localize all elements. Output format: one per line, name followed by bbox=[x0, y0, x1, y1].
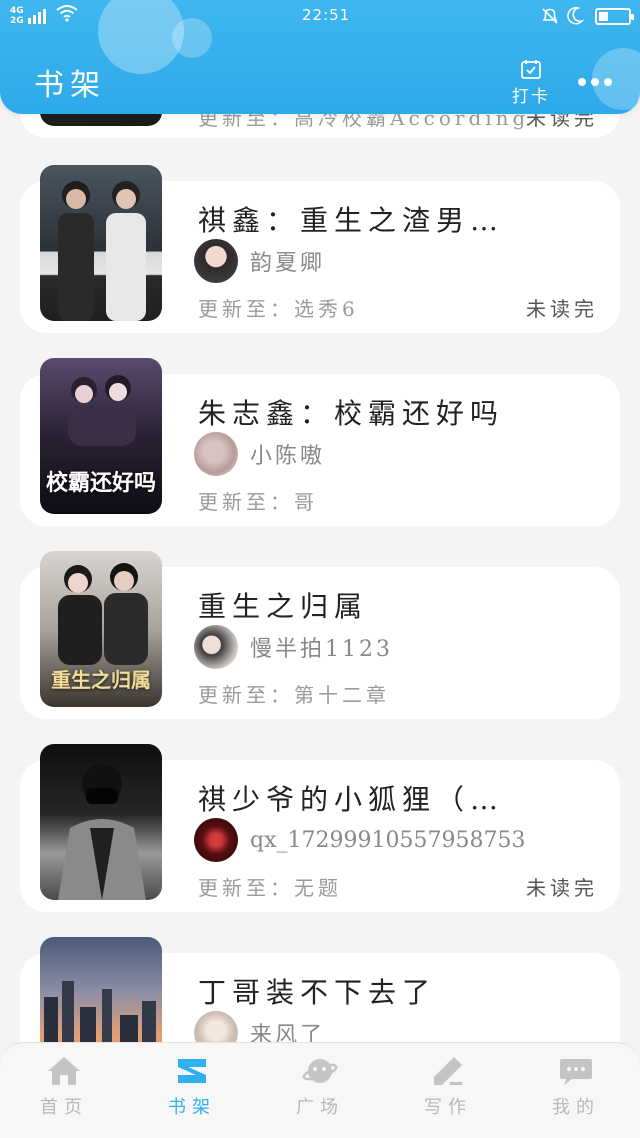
nav-home[interactable]: 首页 bbox=[0, 1043, 128, 1138]
book-cover[interactable]: 重生之归属 bbox=[40, 551, 162, 707]
nav-write[interactable]: 写作 bbox=[384, 1043, 512, 1138]
update-prefix: 更新至： bbox=[198, 876, 294, 900]
pen-icon bbox=[434, 1057, 462, 1085]
moon-icon bbox=[567, 6, 584, 25]
bookshelf-list: 更新至：高冷校霸According 未读完 祺鑫：重生之渣男… 韵夏卿 更新至：… bbox=[0, 0, 640, 1138]
home-icon bbox=[48, 1057, 80, 1085]
app-header: 4G 2G 22:51 书架 打卡 bbox=[0, 0, 640, 114]
cover-art bbox=[58, 181, 146, 321]
author-avatar bbox=[194, 818, 238, 862]
latest-chapter: 第十二章 bbox=[294, 683, 390, 707]
book-title: 祺鑫：重生之渣男… bbox=[198, 204, 505, 237]
bookshelf-icon bbox=[178, 1059, 206, 1083]
chat-bubble-icon bbox=[560, 1059, 592, 1085]
nav-label: 书架 bbox=[168, 1097, 216, 1118]
nav-label: 我的 bbox=[552, 1097, 600, 1118]
status-bar: 4G 2G 22:51 bbox=[0, 0, 640, 34]
nav-label: 写作 bbox=[424, 1097, 472, 1118]
more-dot-icon bbox=[604, 78, 612, 86]
author-avatar bbox=[194, 239, 238, 283]
author-row[interactable]: 韵夏卿 bbox=[194, 239, 325, 283]
unread-status: 未读完 bbox=[526, 297, 598, 321]
unread-status: 未读完 bbox=[526, 876, 598, 900]
bottom-nav: 首页 书架 广场 写作 我的 bbox=[0, 1042, 640, 1138]
author-avatar bbox=[194, 625, 238, 669]
cover-title: 校霸还好吗 bbox=[46, 470, 157, 496]
nav-label: 首页 bbox=[40, 1097, 88, 1118]
author-row[interactable]: 慢半拍1123 bbox=[194, 625, 393, 669]
wifi-icon bbox=[56, 5, 78, 22]
update-row: 更新至：哥 bbox=[198, 486, 318, 515]
book-title: 丁哥装不下去了 bbox=[198, 976, 437, 1009]
book-cover[interactable] bbox=[40, 744, 162, 900]
book-title: 祺少爷的小狐狸（… bbox=[198, 783, 505, 816]
cover-art bbox=[58, 764, 146, 900]
battery-icon bbox=[595, 8, 634, 25]
clock: 22:51 bbox=[302, 6, 351, 24]
author-name: qx_17299910557958753 bbox=[250, 827, 526, 853]
author-row[interactable]: qx_17299910557958753 bbox=[194, 818, 525, 862]
update-row: 更新至：选秀6 bbox=[198, 293, 359, 322]
author-name: 韵夏卿 bbox=[250, 251, 326, 276]
book-card[interactable]: 重生之归属 重生之归属 慢半拍1123 更新至：第十二章 bbox=[20, 551, 620, 719]
book-title: 朱志鑫：校霸还好吗 bbox=[198, 397, 505, 430]
book-cover[interactable]: 校霸还好吗 bbox=[40, 358, 162, 514]
planet-icon bbox=[302, 1059, 338, 1083]
nav-bookshelf[interactable]: 书架 bbox=[128, 1043, 256, 1138]
nav-mine[interactable]: 我的 bbox=[512, 1043, 640, 1138]
book-card[interactable]: 祺少爷的小狐狸（… qx_17299910557958753 更新至：无题 未读… bbox=[20, 744, 620, 912]
update-row: 更新至：第十二章 bbox=[198, 679, 390, 708]
author-name: 小陈嗷 bbox=[250, 444, 326, 469]
latest-chapter: 无题 bbox=[294, 876, 342, 900]
update-prefix: 更新至： bbox=[198, 683, 294, 707]
latest-chapter: 选秀6 bbox=[294, 297, 359, 321]
author-avatar bbox=[194, 432, 238, 476]
nav-square[interactable]: 广场 bbox=[256, 1043, 384, 1138]
update-prefix: 更新至： bbox=[198, 490, 294, 514]
book-cover[interactable] bbox=[40, 165, 162, 321]
more-dot-icon bbox=[591, 78, 599, 86]
cover-title: 重生之归属 bbox=[51, 668, 151, 692]
more-menu-button[interactable] bbox=[578, 70, 618, 94]
bell-muted-icon bbox=[542, 8, 558, 24]
nav-label: 广场 bbox=[296, 1097, 344, 1118]
book-title: 重生之归属 bbox=[198, 590, 369, 623]
update-row: 更新至：无题 bbox=[198, 872, 342, 901]
calendar-check-icon bbox=[521, 60, 541, 79]
signal-icon bbox=[28, 6, 46, 24]
author-name: 慢半拍1123 bbox=[250, 637, 393, 662]
network-type: 4G 2G bbox=[10, 6, 24, 26]
page-title: 书架 bbox=[34, 68, 106, 103]
book-card[interactable]: 祺鑫：重生之渣男… 韵夏卿 更新至：选秀6 未读完 bbox=[20, 165, 620, 333]
update-prefix: 更新至： bbox=[198, 297, 294, 321]
author-row[interactable]: 小陈嗷 bbox=[194, 432, 325, 476]
latest-chapter: 哥 bbox=[294, 490, 318, 514]
checkin-button[interactable]: 打卡 bbox=[508, 58, 554, 107]
book-card[interactable]: 校霸还好吗 朱志鑫：校霸还好吗 小陈嗷 更新至：哥 bbox=[20, 358, 620, 526]
checkin-label: 打卡 bbox=[512, 87, 550, 107]
more-dot-icon bbox=[578, 78, 586, 86]
